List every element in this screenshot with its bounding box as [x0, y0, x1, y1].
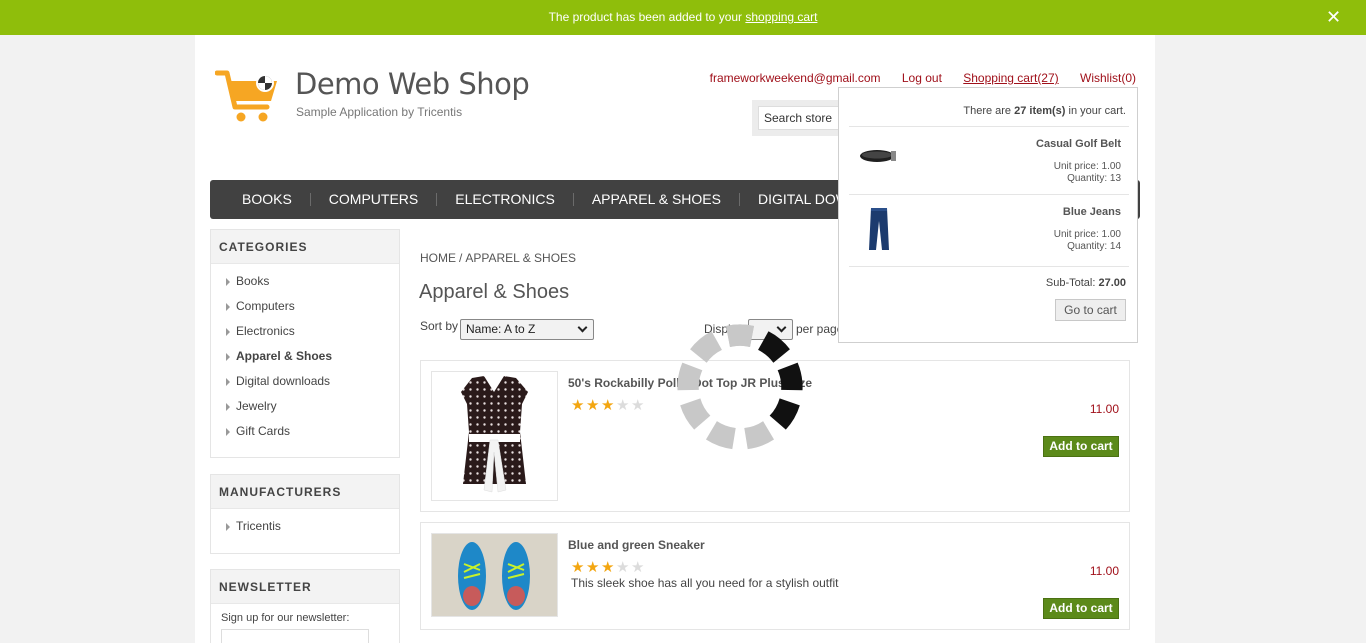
star-icon: ★ — [571, 559, 585, 576]
star-icon: ★ — [616, 397, 630, 414]
category-item-digital-downloads[interactable]: Digital downloads — [225, 374, 399, 399]
sneaker-image — [432, 534, 557, 616]
star-icon: ★ — [616, 559, 630, 576]
menu-item-books[interactable]: BOOKS — [224, 192, 311, 206]
star-icon: ★ — [601, 397, 615, 414]
star-icon: ★ — [586, 559, 600, 576]
star-icon: ★ — [586, 397, 600, 414]
logo[interactable]: Demo Web Shop Sample Application by Tric… — [215, 65, 535, 125]
category-item-computers[interactable]: Computers — [225, 299, 399, 324]
wishlist-link[interactable]: Wishlist(0) — [1080, 71, 1136, 85]
category-item-gift-cards[interactable]: Gift Cards — [225, 424, 399, 449]
notification-text: The product has been added to your — [548, 10, 746, 24]
flyout-item-quantity: Quantity: 14 — [1067, 241, 1121, 252]
cart-count: (27) — [1037, 71, 1059, 85]
add-to-cart-button[interactable]: Add to cart — [1043, 598, 1119, 619]
product-item: Blue and green Sneaker ★ ★ ★ ★ ★ This sleek … — [420, 522, 1130, 630]
breadcrumb-separator: / — [459, 251, 463, 265]
flyout-subtotal-value: 27.00 — [1098, 277, 1126, 289]
menu-item-computers[interactable]: COMPUTERS — [311, 192, 438, 206]
notification-bar: The product has been added to your shopp… — [0, 0, 1366, 35]
header-links: frameworkweekend@gmail.com Log out Shopp… — [692, 71, 1136, 85]
sort-by-value: Name: A to Z — [466, 322, 536, 336]
logo-subtitle: Sample Application by Tricentis — [296, 105, 463, 119]
golf-belt-image[interactable] — [855, 137, 903, 171]
star-icon: ★ — [631, 559, 645, 576]
menu-item-electronics[interactable]: ELECTRONICS — [437, 192, 574, 206]
breadcrumb-home[interactable]: HOME — [420, 251, 456, 265]
menu-item-apparel-shoes[interactable]: APPAREL & SHOES — [574, 192, 740, 206]
blue-jeans-image[interactable] — [855, 205, 903, 253]
logout-link[interactable]: Log out — [902, 71, 942, 85]
categories-block: CATEGORIES Books Computers Electronics A… — [210, 229, 400, 458]
manufacturers-title: MANUFACTURERS — [211, 475, 399, 509]
categories-title: CATEGORIES — [211, 230, 399, 264]
manufacturer-item-tricentis[interactable]: Tricentis — [225, 519, 399, 544]
flyout-cart: There are 27 item(s) in your cart. Casua… — [838, 87, 1138, 343]
product-title[interactable]: Blue and green Sneaker — [568, 538, 705, 552]
breadcrumb: HOME / APPAREL & SHOES — [420, 251, 576, 265]
close-icon[interactable]: ✕ — [1326, 8, 1341, 26]
product-price: 11.00 — [1089, 402, 1119, 416]
loading-spinner-icon — [677, 324, 803, 450]
flyout-subtotal: Sub-Total: 27.00 — [1046, 277, 1126, 289]
newsletter-block: NEWSLETTER Sign up for our newsletter: — [210, 569, 400, 643]
flyout-count-prefix: There are — [963, 105, 1015, 117]
product-price: 11.00 — [1089, 564, 1119, 578]
manufacturers-block: MANUFACTURERS Tricentis — [210, 474, 400, 554]
breadcrumb-current: APPAREL & SHOES — [465, 251, 577, 265]
star-icon: ★ — [571, 397, 585, 414]
shopping-cart-link[interactable]: Shopping cart(27) — [963, 71, 1058, 85]
category-item-jewelry[interactable]: Jewelry — [225, 399, 399, 424]
shopping-cart-label: Shopping cart — [963, 71, 1038, 85]
product-rating: ★ ★ ★ ★ ★ — [571, 397, 646, 414]
sort-by-label: Sort by — [420, 319, 459, 333]
star-icon: ★ — [601, 559, 615, 576]
star-icon: ★ — [631, 397, 645, 414]
add-to-cart-button[interactable]: Add to cart — [1043, 436, 1119, 457]
flyout-item-unit-price: Unit price: 1.00 — [1053, 229, 1121, 240]
category-item-electronics[interactable]: Electronics — [225, 324, 399, 349]
sort-by-select[interactable]: Name: A to Z — [460, 319, 594, 340]
newsletter-title: NEWSLETTER — [211, 570, 399, 604]
go-to-cart-button[interactable]: Go to cart — [1055, 299, 1126, 321]
flyout-cart-count: There are 27 item(s) in your cart. — [963, 105, 1126, 117]
flyout-divider — [849, 266, 1129, 267]
polka-dot-top-image — [432, 372, 557, 500]
category-item-apparel-shoes[interactable]: Apparel & Shoes — [225, 349, 399, 374]
flyout-cart-item: Casual Golf Belt Unit price: 1.00 Quanti… — [849, 126, 1129, 194]
flyout-cart-item: Blue Jeans Unit price: 1.00 Quantity: 14 — [849, 194, 1129, 266]
logo-title: Demo Web Shop — [295, 67, 530, 101]
cart-logo-icon — [215, 70, 277, 122]
flyout-item-unit-price: Unit price: 1.00 — [1053, 161, 1121, 172]
flyout-count-suffix: in your cart. — [1065, 105, 1126, 117]
product-picture[interactable] — [431, 371, 558, 501]
product-rating: ★ ★ ★ ★ ★ — [571, 559, 646, 576]
flyout-item-quantity: Quantity: 13 — [1067, 173, 1121, 184]
newsletter-email-input[interactable] — [221, 629, 369, 643]
newsletter-text: Sign up for our newsletter: — [221, 612, 350, 624]
flyout-count-value: 27 item(s) — [1014, 105, 1066, 117]
flyout-subtotal-label: Sub-Total: — [1045, 277, 1099, 289]
notification-cart-link[interactable]: shopping cart — [745, 10, 817, 24]
page-title: Apparel & Shoes — [419, 281, 570, 303]
flyout-item-name[interactable]: Blue Jeans — [1063, 206, 1121, 218]
chevron-down-icon — [577, 322, 588, 333]
product-description: This sleek shoe has all you need for a s… — [571, 576, 839, 590]
account-email-link[interactable]: frameworkweekend@gmail.com — [710, 71, 881, 85]
flyout-item-name[interactable]: Casual Golf Belt — [1036, 138, 1121, 150]
category-item-books[interactable]: Books — [225, 274, 399, 299]
product-picture[interactable] — [431, 533, 558, 617]
